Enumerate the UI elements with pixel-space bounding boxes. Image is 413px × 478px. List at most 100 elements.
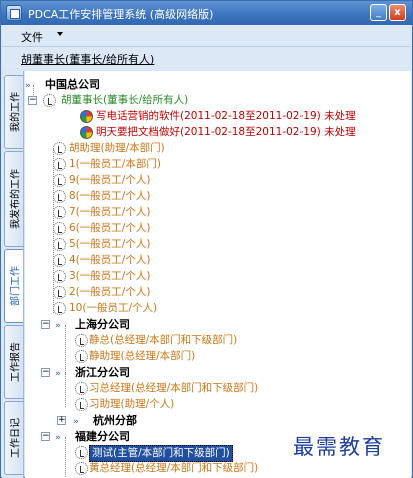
collapse-icon[interactable]: −	[41, 432, 50, 441]
tree-row[interactable]: −» 上海分公司	[25, 317, 411, 332]
tree-row[interactable]: » 中国总公司	[25, 77, 411, 92]
task-icon	[80, 126, 93, 139]
tree-guide-line	[65, 437, 66, 478]
person-label[interactable]: 1(一般员工/本部门)	[69, 157, 161, 172]
tree-row[interactable]: 明天要把文档做好(2011-02-18至2011-02-19) 未处理	[25, 125, 411, 140]
app-window: PDCA工作安排管理系统 (高级网络版) _ x 文件 胡董事长(董事长/给所有…	[0, 0, 413, 478]
tree-row[interactable]: −» 浙江分公司	[25, 365, 411, 380]
company-label[interactable]: 中国总公司	[45, 77, 100, 92]
tree-row[interactable]: 写电话营销的软件(2011-02-18至2011-02-19) 未处理	[25, 109, 411, 124]
person-icon	[53, 222, 66, 235]
person-icon	[43, 94, 56, 107]
tree-guide-line	[65, 373, 66, 407]
tree-row[interactable]: 10(一般员工/个人)	[25, 301, 411, 316]
person-icon	[53, 254, 66, 267]
person-icon	[75, 446, 88, 459]
tree-row[interactable]: + » 杭州分部	[25, 413, 411, 428]
company-label[interactable]: 福建分公司	[75, 429, 130, 444]
person-label[interactable]: 5(一般员工/个人)	[69, 237, 150, 252]
tree-row[interactable]: 习助理(助理/个人)	[25, 397, 411, 412]
person-label[interactable]: 6(一般员工/个人)	[69, 221, 150, 236]
title-bar[interactable]: PDCA工作安排管理系统 (高级网络版) _ x	[1, 1, 412, 25]
tab-work-diary[interactable]: 工作日记	[4, 401, 23, 475]
tree-guide-line	[53, 149, 54, 313]
tree-row[interactable]: 4(一般员工/个人)	[25, 253, 411, 268]
collapse-icon[interactable]: −	[41, 368, 50, 377]
person-icon	[53, 302, 66, 315]
person-label[interactable]: 7(一般员工/个人)	[69, 205, 150, 220]
person-icon	[75, 462, 88, 475]
tab-label: 部门工作	[10, 266, 22, 306]
tree-row[interactable]: 7(一般员工/个人)	[25, 205, 411, 220]
company-icon: »	[73, 417, 79, 427]
current-user-bar: 胡董事长(董事长/给所有人)	[2, 47, 411, 69]
tree-row[interactable]: 9(一般员工/个人)	[25, 173, 411, 188]
tree-row[interactable]: − 胡董事长(董事长/给所有人)	[25, 93, 411, 108]
organization-tree[interactable]: » 中国总公司 − 胡董事长(董事长/给所有人) 写电话营销的软件(2011-02-18…	[25, 71, 411, 478]
person-icon	[53, 238, 66, 251]
person-icon	[75, 334, 88, 347]
tab-label: 我的工作	[10, 92, 22, 132]
collapse-icon[interactable]: −	[41, 320, 50, 329]
company-label[interactable]: 上海分公司	[75, 317, 130, 332]
watermark: 最需教育	[293, 435, 385, 459]
tab-work-report[interactable]: 工作报告	[4, 325, 23, 399]
person-label[interactable]: 测试(主管/本部门和下级部门)	[89, 445, 233, 462]
person-label[interactable]: 4(一般员工/个人)	[69, 253, 150, 268]
company-icon: »	[25, 81, 31, 91]
task-label[interactable]: 明天要把文档做好(2011-02-18至2011-02-19) 未处理	[96, 125, 356, 140]
tab-label: 工作报告	[10, 342, 22, 382]
close-button[interactable]: x	[389, 4, 406, 21]
person-icon	[75, 382, 88, 395]
person-icon	[53, 158, 66, 171]
chevron-down-icon	[57, 32, 63, 36]
tree-row[interactable]: 2(一般员工/个人)	[25, 285, 411, 300]
tab-label: 我发布的工作	[10, 169, 22, 229]
task-label[interactable]: 写电话营销的软件(2011-02-18至2011-02-19) 未处理	[96, 109, 356, 124]
person-icon	[53, 142, 66, 155]
person-label[interactable]: 胡助理(助理/本部门)	[69, 141, 165, 156]
person-label[interactable]: 10(一般员工/个人)	[69, 301, 157, 316]
person-icon	[53, 174, 66, 187]
person-label[interactable]: 习助理(助理/个人)	[89, 397, 174, 412]
person-label[interactable]: 8(一般员工/个人)	[69, 189, 150, 204]
tree-row[interactable]: 6(一般员工/个人)	[25, 221, 411, 236]
person-label[interactable]: 静助理(总经理/本部门)	[89, 349, 195, 364]
tree-row[interactable]: 5(一般员工/个人)	[25, 237, 411, 252]
person-label[interactable]: 9(一般员工/个人)	[69, 173, 150, 188]
tree-row[interactable]: 习总经理(总经理/本部门和下级部门)	[25, 381, 411, 396]
menu-file[interactable]: 文件	[21, 29, 43, 45]
tree-guide-line	[33, 85, 34, 95]
person-label[interactable]: 黄总经理(总经理/本部门和下级部门)	[89, 461, 258, 476]
person-icon	[75, 350, 88, 363]
person-label[interactable]: 静总(总经理/本部门和下级部门)	[89, 333, 237, 348]
window-title: PDCA工作安排管理系统 (高级网络版)	[28, 8, 214, 21]
tab-my-work[interactable]: 我的工作	[4, 75, 23, 149]
tab-department-work[interactable]: 部门工作	[4, 249, 23, 323]
tree-row[interactable]: 黄总经理(总经理/本部门和下级部门)	[25, 461, 411, 476]
minimize-button[interactable]: _	[370, 4, 387, 21]
app-icon	[6, 5, 22, 21]
collapse-icon[interactable]: −	[28, 96, 37, 105]
tree-row[interactable]: 3(一般员工/个人)	[25, 269, 411, 284]
person-label[interactable]: 2(一般员工/个人)	[69, 285, 150, 300]
tree-row[interactable]: 1(一般员工/本部门)	[25, 157, 411, 172]
person-label[interactable]: 胡董事长(董事长/给所有人)	[61, 93, 188, 108]
tree-row[interactable]: 胡助理(助理/本部门)	[25, 141, 411, 156]
person-icon	[53, 206, 66, 219]
person-icon	[53, 286, 66, 299]
tree-row[interactable]: 8(一般员工/个人)	[25, 189, 411, 204]
menu-bar: 文件	[2, 25, 411, 47]
person-icon	[53, 190, 66, 203]
expand-icon[interactable]: +	[57, 416, 66, 425]
side-tabs: 我的工作 我发布的工作 部门工作 工作报告 工作日记	[2, 71, 24, 478]
person-label[interactable]: 3(一般员工/个人)	[69, 269, 150, 284]
tree-row[interactable]: 静总(总经理/本部门和下级部门)	[25, 333, 411, 348]
company-label[interactable]: 杭州分部	[93, 413, 137, 428]
person-icon	[75, 398, 88, 411]
company-label[interactable]: 浙江分公司	[75, 365, 130, 380]
tree-row[interactable]: 静助理(总经理/本部门)	[25, 349, 411, 364]
person-label[interactable]: 习总经理(总经理/本部门和下级部门)	[89, 381, 258, 396]
tab-published-work[interactable]: 我发布的工作	[4, 151, 23, 247]
current-user[interactable]: 胡董事长(董事长/给所有人)	[21, 51, 154, 67]
